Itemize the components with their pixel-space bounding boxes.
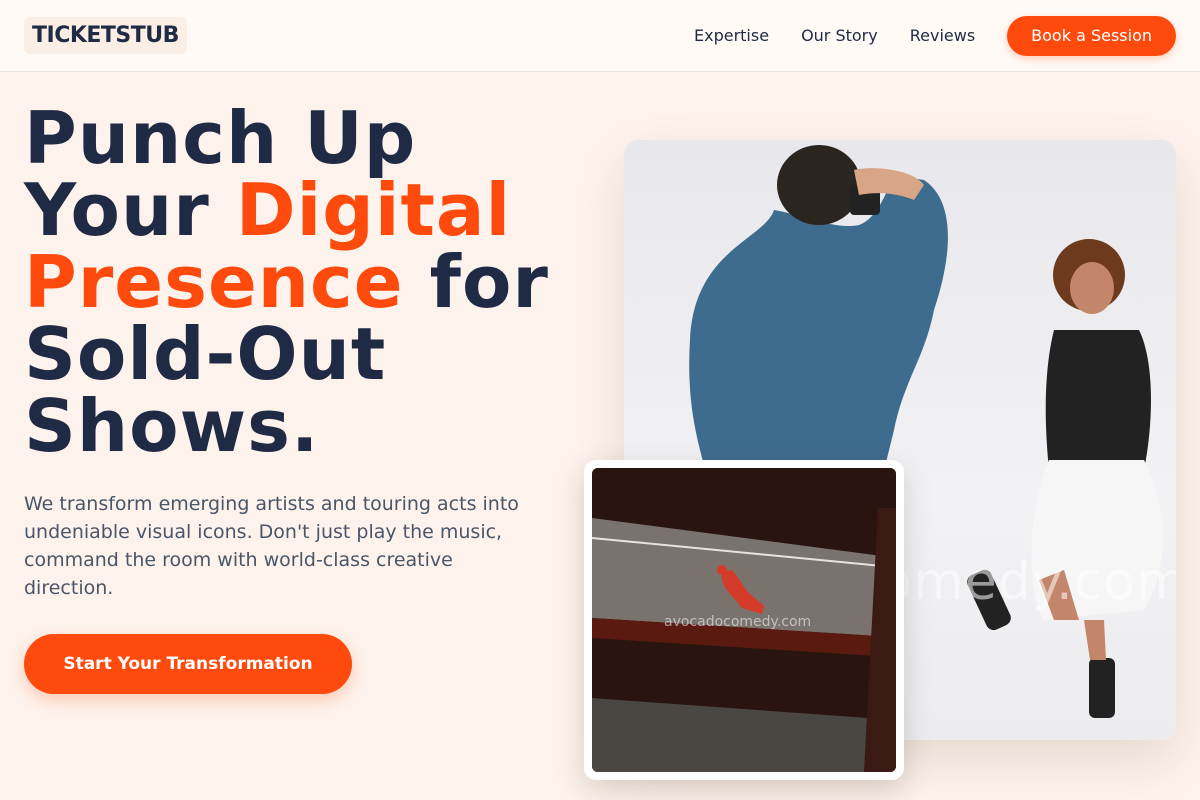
hero-headline: Punch Up Your Digital Presence for Sold-… (24, 102, 584, 462)
nav-link-reviews[interactable]: Reviews (910, 26, 975, 45)
nav-links: Expertise Our Story Reviews Book a Sessi… (662, 15, 1176, 56)
headline-line-5: Shows. (24, 384, 320, 468)
stage-performer-photo-frame: avocadocomedy.com (584, 460, 904, 780)
hero-subtitle: We transform emerging artists and tourin… (24, 493, 519, 599)
top-navbar: TICKETSTUB Expertise Our Story Reviews B… (0, 0, 1200, 72)
book-session-button[interactable]: Book a Session (1007, 15, 1176, 56)
stage-performer-photo: avocadocomedy.com (592, 468, 896, 772)
start-transformation-button[interactable]: Start Your Transformation (24, 634, 352, 694)
nav-link-our-story[interactable]: Our Story (801, 26, 878, 45)
nav-link-expertise[interactable]: Expertise (694, 26, 769, 45)
inset-photo-watermark: avocadocomedy.com (664, 614, 812, 630)
headline-line-3b: for (403, 240, 549, 324)
site-logo[interactable]: TICKETSTUB (24, 17, 187, 54)
